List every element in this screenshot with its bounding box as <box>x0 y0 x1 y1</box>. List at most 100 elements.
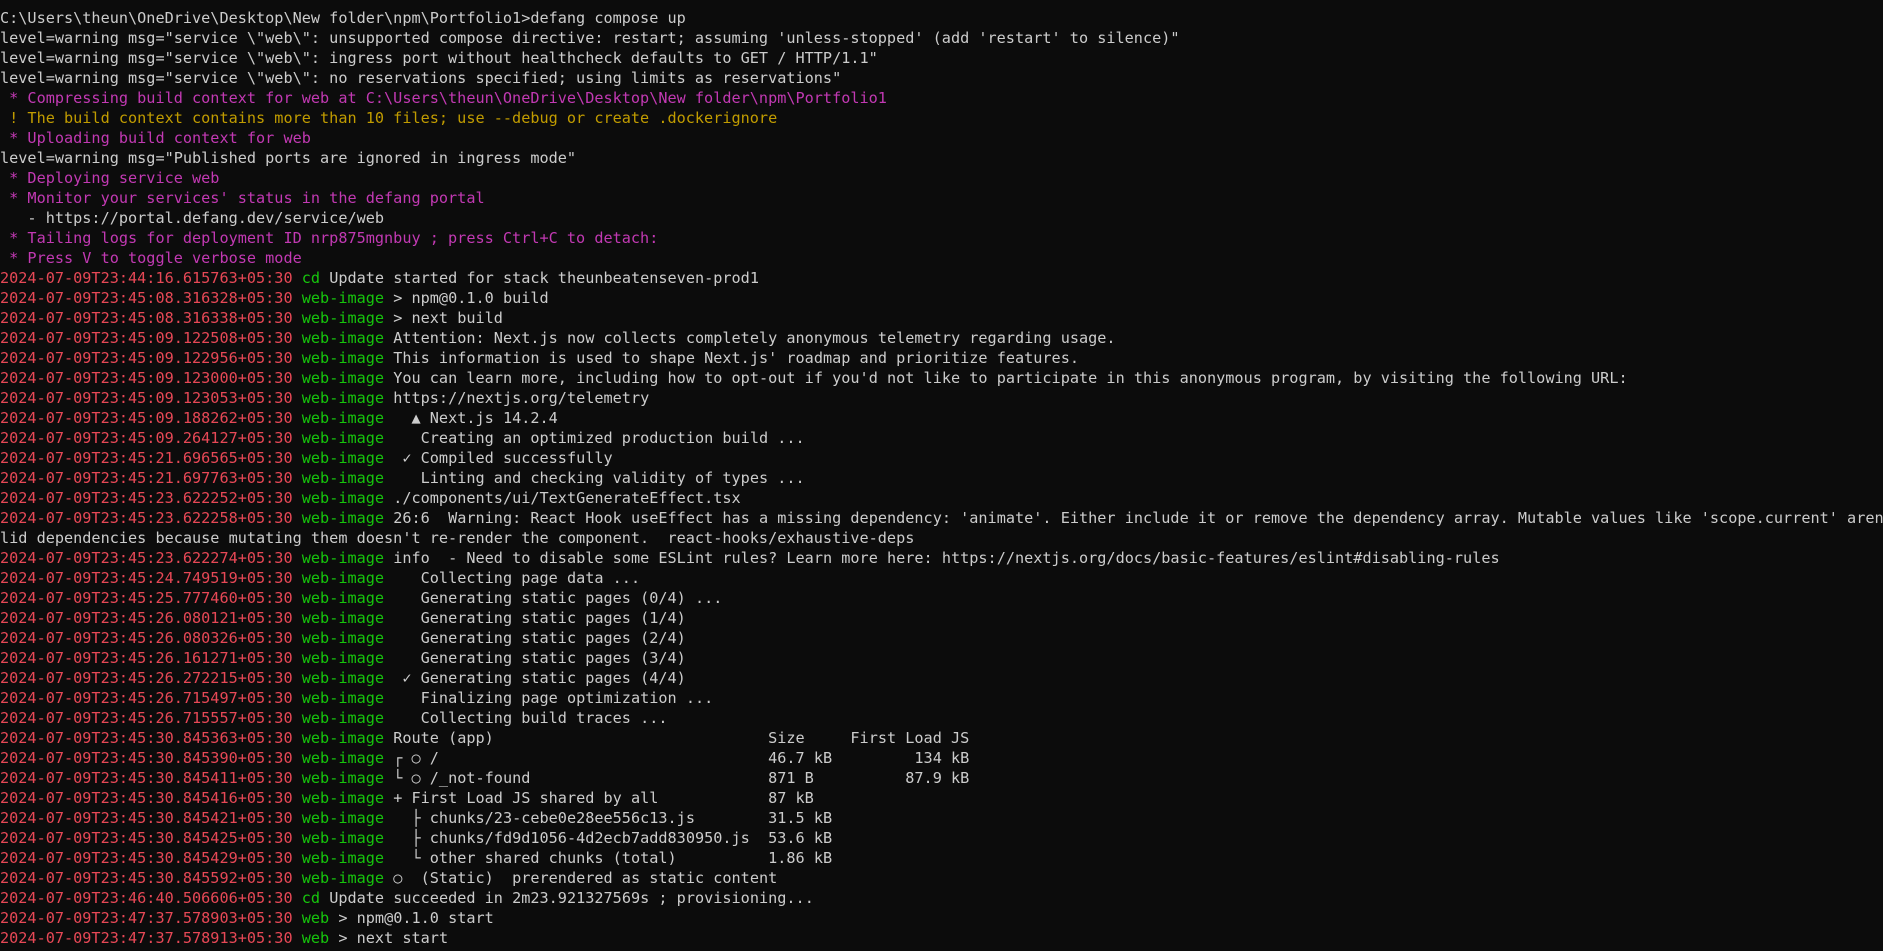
log-line: 2024-07-09T23:45:09.264127+05:30 web-ima… <box>0 428 1883 448</box>
line-text: level=warning msg="service \"web\": unsu… <box>0 29 1180 47</box>
output-line: level=warning msg="Published ports are i… <box>0 148 1883 168</box>
log-timestamp: 2024-07-09T23:45:23.622252+05:30 <box>0 489 293 507</box>
log-timestamp: 2024-07-09T23:45:26.715497+05:30 <box>0 689 293 707</box>
info-line: * Deploying service web <box>0 168 1883 188</box>
log-message: Update succeeded in 2m23.921327569s ; pr… <box>329 889 814 907</box>
log-message: Generating static pages (0/4) ... <box>393 589 723 607</box>
info-line: * Monitor your services' status in the d… <box>0 188 1883 208</box>
log-timestamp: 2024-07-09T23:45:26.161271+05:30 <box>0 649 293 667</box>
log-timestamp: 2024-07-09T23:45:30.845390+05:30 <box>0 749 293 767</box>
log-timestamp: 2024-07-09T23:45:21.696565+05:30 <box>0 449 293 467</box>
output-line: level=warning msg="service \"web\": ingr… <box>0 48 1883 68</box>
log-service: web-image <box>301 769 385 787</box>
log-line: 2024-07-09T23:45:26.272215+05:30 web-ima… <box>0 668 1883 688</box>
log-timestamp: 2024-07-09T23:45:26.080326+05:30 <box>0 629 293 647</box>
log-line: 2024-07-09T23:45:25.777460+05:30 web-ima… <box>0 588 1883 608</box>
log-timestamp: 2024-07-09T23:45:26.272215+05:30 <box>0 669 293 687</box>
log-line: 2024-07-09T23:45:30.845390+05:30 web-ima… <box>0 748 1883 768</box>
log-message: Generating static pages (2/4) <box>393 629 686 647</box>
log-service: web-image <box>301 349 385 367</box>
log-message: This information is used to shape Next.j… <box>393 349 1079 367</box>
log-service: web-image <box>301 809 385 827</box>
log-timestamp: 2024-07-09T23:45:09.122508+05:30 <box>0 329 293 347</box>
log-timestamp: 2024-07-09T23:45:08.316338+05:30 <box>0 309 293 327</box>
log-message: + First Load JS shared by all 87 kB <box>393 789 814 807</box>
log-message: Linting and checking validity of types .… <box>393 469 805 487</box>
warning-line: ! The build context contains more than 1… <box>0 108 1883 128</box>
info-line: * Tailing logs for deployment ID nrp875m… <box>0 228 1883 248</box>
log-line: 2024-07-09T23:45:26.715497+05:30 web-ima… <box>0 688 1883 708</box>
log-service: web-image <box>301 429 385 447</box>
log-line: 2024-07-09T23:45:30.845429+05:30 web-ima… <box>0 848 1883 868</box>
log-timestamp: 2024-07-09T23:45:30.845363+05:30 <box>0 729 293 747</box>
log-timestamp: 2024-07-09T23:45:30.845421+05:30 <box>0 809 293 827</box>
output-line: lid dependencies because mutating them d… <box>0 528 1883 548</box>
log-timestamp: 2024-07-09T23:45:30.845429+05:30 <box>0 849 293 867</box>
log-service: web-image <box>301 309 385 327</box>
log-line: 2024-07-09T23:45:21.697763+05:30 web-ima… <box>0 468 1883 488</box>
log-line: 2024-07-09T23:45:23.622252+05:30 web-ima… <box>0 488 1883 508</box>
log-line: 2024-07-09T23:45:26.080121+05:30 web-ima… <box>0 608 1883 628</box>
log-timestamp: 2024-07-09T23:45:09.123000+05:30 <box>0 369 293 387</box>
log-line: 2024-07-09T23:46:40.506606+05:30 cd Upda… <box>0 888 1883 908</box>
log-timestamp: 2024-07-09T23:45:09.122956+05:30 <box>0 349 293 367</box>
log-service: web-image <box>301 629 385 647</box>
log-line: 2024-07-09T23:45:09.123053+05:30 web-ima… <box>0 388 1883 408</box>
line-text: * Uploading build context for web <box>0 129 311 147</box>
log-line: 2024-07-09T23:45:09.122508+05:30 web-ima… <box>0 328 1883 348</box>
log-line: 2024-07-09T23:45:30.845425+05:30 web-ima… <box>0 828 1883 848</box>
log-service: web-image <box>301 849 385 867</box>
output-line: level=warning msg="service \"web\": unsu… <box>0 28 1883 48</box>
log-message: Generating static pages (3/4) <box>393 649 686 667</box>
log-timestamp: 2024-07-09T23:45:23.622274+05:30 <box>0 549 293 567</box>
terminal-output[interactable]: C:\Users\theun\OneDrive\Desktop\New fold… <box>0 8 1883 951</box>
log-service: web-image <box>301 609 385 627</box>
info-line: * Uploading build context for web <box>0 128 1883 148</box>
log-line: 2024-07-09T23:45:21.696565+05:30 web-ima… <box>0 448 1883 468</box>
line-text: C:\Users\theun\OneDrive\Desktop\New fold… <box>0 9 686 27</box>
log-line: 2024-07-09T23:45:09.188262+05:30 web-ima… <box>0 408 1883 428</box>
log-line: 2024-07-09T23:45:23.622258+05:30 web-ima… <box>0 508 1883 528</box>
info-line: * Press V to toggle verbose mode <box>0 248 1883 268</box>
log-message: Route (app) Size First Load JS <box>393 729 970 747</box>
log-message: Collecting page data ... <box>393 569 641 587</box>
log-timestamp: 2024-07-09T23:45:30.845416+05:30 <box>0 789 293 807</box>
log-timestamp: 2024-07-09T23:45:09.188262+05:30 <box>0 409 293 427</box>
log-message: 26:6 Warning: React Hook useEffect has a… <box>393 509 1883 527</box>
output-line: level=warning msg="service \"web\": no r… <box>0 68 1883 88</box>
line-text: ! The build context contains more than 1… <box>0 109 778 127</box>
log-timestamp: 2024-07-09T23:45:30.845592+05:30 <box>0 869 293 887</box>
log-timestamp: 2024-07-09T23:45:21.697763+05:30 <box>0 469 293 487</box>
log-service: web-image <box>301 369 385 387</box>
log-service: web-image <box>301 509 385 527</box>
line-text: * Press V to toggle verbose mode <box>0 249 302 267</box>
log-line: 2024-07-09T23:45:30.845411+05:30 web-ima… <box>0 768 1883 788</box>
log-message: ├ chunks/23-cebe0e28ee556c13.js 31.5 kB <box>393 809 833 827</box>
log-message: ./components/ui/TextGenerateEffect.tsx <box>393 489 741 507</box>
line-text: * Deploying service web <box>0 169 220 187</box>
log-line: 2024-07-09T23:45:09.123000+05:30 web-ima… <box>0 368 1883 388</box>
log-timestamp: 2024-07-09T23:45:24.749519+05:30 <box>0 569 293 587</box>
log-service: web-image <box>301 869 385 887</box>
line-text: lid dependencies because mutating them d… <box>0 529 915 547</box>
log-timestamp: 2024-07-09T23:45:30.845411+05:30 <box>0 769 293 787</box>
log-service: web-image <box>301 489 385 507</box>
log-service: web-image <box>301 289 385 307</box>
log-service: web-image <box>301 829 385 847</box>
log-line: 2024-07-09T23:47:37.578913+05:30 web > n… <box>0 928 1883 948</box>
log-message: > npm@0.1.0 start <box>338 909 494 927</box>
log-line: 2024-07-09T23:45:26.715557+05:30 web-ima… <box>0 708 1883 728</box>
log-service: web-image <box>301 569 385 587</box>
log-message: ┌ ○ / 46.7 kB 134 kB <box>393 749 970 767</box>
log-message: Update started for stack theunbeatenseve… <box>329 269 759 287</box>
log-service: web-image <box>301 409 385 427</box>
log-line: 2024-07-09T23:45:24.749519+05:30 web-ima… <box>0 568 1883 588</box>
log-service: web <box>301 929 330 947</box>
log-timestamp: 2024-07-09T23:45:09.123053+05:30 <box>0 389 293 407</box>
log-timestamp: 2024-07-09T23:45:30.845425+05:30 <box>0 829 293 847</box>
log-message: Creating an optimized production build .… <box>393 429 805 447</box>
line-text: * Compressing build context for web at C… <box>0 89 887 107</box>
output-line: C:\Users\theun\OneDrive\Desktop\New fold… <box>0 8 1883 28</box>
line-text: level=warning msg="Published ports are i… <box>0 149 577 167</box>
log-timestamp: 2024-07-09T23:46:40.506606+05:30 <box>0 889 293 907</box>
